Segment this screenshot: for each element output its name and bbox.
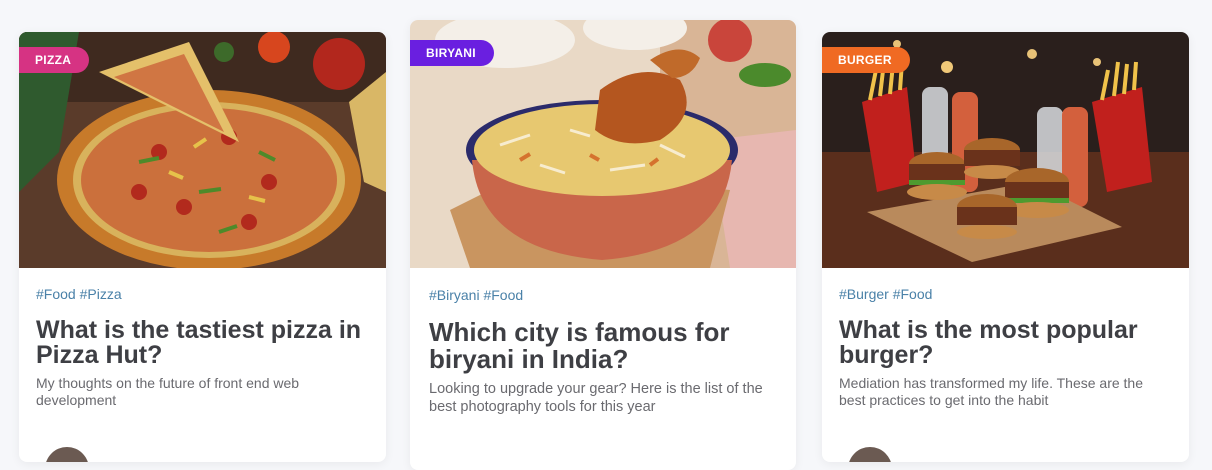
card-image[interactable]: PIZZA [19, 32, 386, 268]
author-avatar[interactable] [45, 447, 89, 462]
card-image[interactable]: BIRYANI [410, 20, 796, 268]
category-badge[interactable]: BIRYANI [410, 40, 494, 66]
card-description: Looking to upgrade your gear? Here is th… [429, 381, 763, 415]
category-badge[interactable]: PIZZA [19, 47, 90, 73]
card-title[interactable]: What is the tastiest pizza in Pizza Hut? [36, 318, 369, 368]
blog-card-burger[interactable]: BURGER #Burger #Food What is the most po… [822, 32, 1189, 462]
card-tags[interactable]: #Burger #Food [839, 286, 1172, 302]
blog-card-biryani[interactable]: BIRYANI #Biryani #Food Which city is fam… [410, 20, 796, 470]
card-tags[interactable]: #Biryani #Food [429, 287, 778, 303]
card-description: My thoughts on the future of front end w… [36, 375, 300, 408]
card-image[interactable]: BURGER [822, 32, 1189, 268]
category-badge[interactable]: BURGER [822, 47, 910, 73]
card-tags[interactable]: #Food #Pizza [36, 286, 369, 302]
card-title[interactable]: Which city is famous for biryani in Indi… [429, 319, 778, 373]
author-avatar[interactable] [848, 447, 892, 462]
card-description: Mediation has transformed my life. These… [839, 375, 1144, 408]
card-title[interactable]: What is the most popular burger? [839, 318, 1172, 368]
blog-card-pizza[interactable]: PIZZA #Food #Pizza What is the tastiest … [19, 32, 386, 462]
